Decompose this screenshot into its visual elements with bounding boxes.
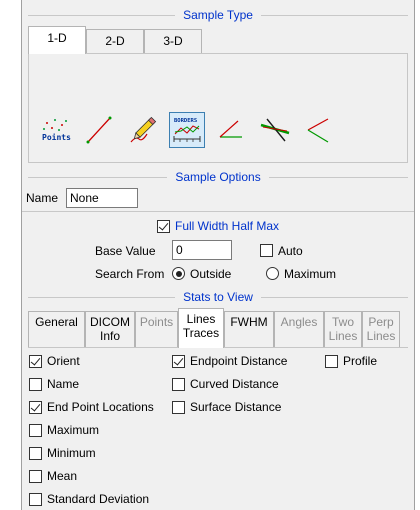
maximum-checkbox[interactable] xyxy=(29,424,42,437)
fwhm-label: Full Width Half Max xyxy=(175,219,280,233)
points-tool-button[interactable]: Points xyxy=(37,112,73,148)
end-point-locations-checkbox[interactable] xyxy=(29,401,42,414)
name-input[interactable] xyxy=(66,188,138,208)
stats-to-view-title: Stats to View xyxy=(183,290,253,304)
tab-perp-lines-label: Perp xyxy=(368,315,394,329)
tab-general[interactable]: General xyxy=(28,311,85,347)
tab-lines-traces[interactable]: Lines Traces xyxy=(178,308,224,348)
divider xyxy=(22,211,414,212)
standard-deviation-checkbox[interactable] xyxy=(29,493,42,506)
angle-tool-button[interactable] xyxy=(213,112,249,148)
minimum-checkbox[interactable] xyxy=(29,447,42,460)
sample-type-title: Sample Type xyxy=(183,8,253,22)
orient-checkbox[interactable] xyxy=(29,355,42,368)
tab-dicom-label-line2: Info xyxy=(99,329,120,343)
divider xyxy=(268,176,409,178)
minimum-label: Minimum xyxy=(47,446,96,460)
tab-fwhm-label: FWHM xyxy=(230,315,268,329)
tab-2d[interactable]: 2-D xyxy=(86,29,144,53)
line-tool-icon xyxy=(86,116,112,144)
curved-distance-label: Curved Distance xyxy=(190,377,279,391)
tab-fwhm[interactable]: FWHM xyxy=(224,311,274,347)
tab-perp-lines[interactable]: Perp Lines xyxy=(362,311,400,347)
outside-radio-label: Outside xyxy=(190,267,232,281)
tab-points[interactable]: Points xyxy=(135,311,178,347)
maximum-radio[interactable] xyxy=(266,267,279,280)
borders-tool-button[interactable]: BORDERS xyxy=(169,112,205,148)
tab-general-label: General xyxy=(35,315,78,329)
angle-tool-icon xyxy=(219,120,242,138)
curved-distance-checkbox[interactable] xyxy=(172,378,185,391)
tab-2d-label: 2-D xyxy=(105,34,125,48)
name-label: Name xyxy=(26,191,59,205)
tab-perp-lines-label-line2: Lines xyxy=(366,329,396,343)
tab-3d[interactable]: 3-D xyxy=(144,29,202,53)
points-tool-label: Points xyxy=(42,132,71,142)
tab-two-lines[interactable]: Two Lines xyxy=(324,311,362,347)
sample-options-title: Sample Options xyxy=(175,170,261,184)
endpoint-distance-label: Endpoint Distance xyxy=(190,354,288,368)
tab-1d-label: 1-D xyxy=(47,31,67,45)
maximum-label: Maximum xyxy=(47,423,100,437)
profile-checkbox[interactable] xyxy=(325,355,338,368)
tab-two-lines-label: Two xyxy=(331,315,354,329)
end-point-locations-label: End Point Locations xyxy=(47,400,154,414)
auto-label: Auto xyxy=(278,244,303,258)
auto-checkbox[interactable] xyxy=(260,244,273,257)
outside-radio[interactable] xyxy=(172,267,185,280)
borders-tool-icon: BORDERS xyxy=(173,118,201,142)
divider xyxy=(28,14,176,16)
maximum-radio-label: Maximum xyxy=(284,267,337,281)
crossing-lines-tool-button[interactable] xyxy=(257,112,293,148)
sample-options-header: Sample Options xyxy=(22,169,414,185)
freehand-tool-button[interactable] xyxy=(125,112,161,148)
open-angle-tool-icon xyxy=(307,118,329,143)
tab-points-label: Points xyxy=(139,315,174,329)
name-checkbox[interactable] xyxy=(29,378,42,391)
tab-angles[interactable]: Angles xyxy=(274,311,324,347)
sample-type-tab-panel: Points BORDERS xyxy=(28,53,408,163)
tab-lines-label: Lines xyxy=(186,312,216,326)
open-angle-tool-button[interactable] xyxy=(301,112,337,148)
base-value-label: Base Value xyxy=(95,244,156,258)
borders-tool-label: BORDERS xyxy=(174,118,197,124)
sample-type-header: Sample Type xyxy=(22,7,414,23)
tab-lines-label-line2: Traces xyxy=(182,326,220,340)
freehand-pencil-tool-icon xyxy=(130,116,157,143)
points-tool-icon: Points xyxy=(42,119,71,142)
divider xyxy=(28,296,176,298)
tab-dicom-label: DICOM xyxy=(90,315,130,329)
tab-3d-label: 3-D xyxy=(163,34,183,48)
line-tool-button[interactable] xyxy=(81,112,117,148)
surface-distance-checkbox[interactable] xyxy=(172,401,185,414)
profile-label: Profile xyxy=(343,354,378,368)
tab-dicom-info[interactable]: DICOM Info xyxy=(85,311,135,347)
base-value-input[interactable] xyxy=(172,240,232,260)
divider xyxy=(260,14,409,16)
mean-label: Mean xyxy=(47,469,78,483)
sampling-panel: Sample Type 1-D 2-D 3-D Points BORDERS S… xyxy=(21,0,415,510)
name-option-label: Name xyxy=(47,377,80,391)
stats-to-view-header: Stats to View xyxy=(22,289,414,305)
orient-label: Orient xyxy=(47,354,80,368)
search-from-label: Search From xyxy=(95,267,165,281)
tab-two-lines-label-line2: Lines xyxy=(328,329,358,343)
surface-distance-label: Surface Distance xyxy=(190,400,282,414)
fwhm-checkbox[interactable] xyxy=(157,220,170,233)
standard-deviation-label: Standard Deviation xyxy=(47,492,150,506)
tab-angles-label: Angles xyxy=(280,315,318,329)
crossing-lines-tool-icon xyxy=(260,118,290,142)
divider xyxy=(260,296,409,298)
divider xyxy=(28,176,168,178)
endpoint-distance-checkbox[interactable] xyxy=(172,355,185,368)
mean-checkbox[interactable] xyxy=(29,470,42,483)
tab-1d[interactable]: 1-D xyxy=(28,26,86,54)
